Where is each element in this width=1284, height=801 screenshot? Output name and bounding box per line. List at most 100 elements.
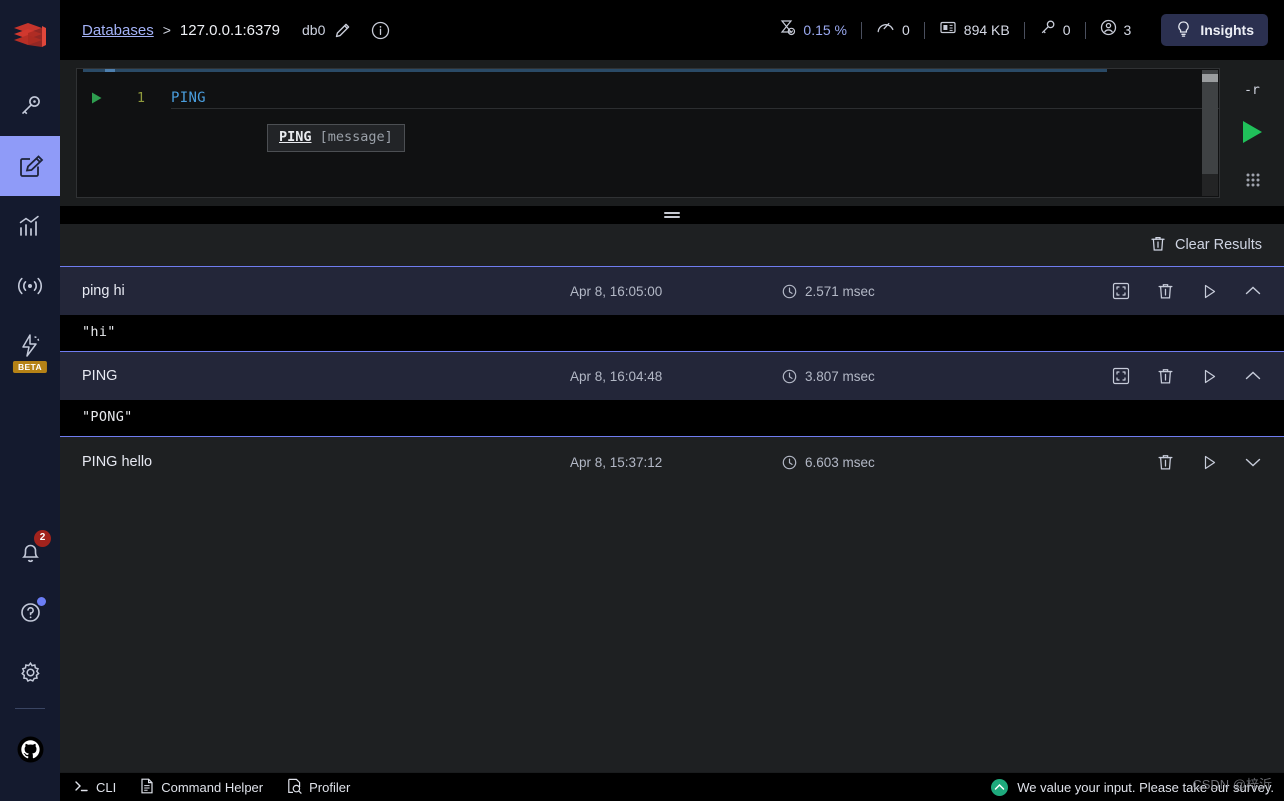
- user-icon: [1100, 19, 1117, 41]
- result-actions: [1112, 367, 1262, 385]
- result-group: ping hi Apr 8, 16:05:00 2.571 msec "hi": [60, 266, 1284, 351]
- panel-resize-handle[interactable]: [60, 206, 1284, 224]
- editor-line-number: 1: [136, 90, 145, 106]
- bulb-icon: [1175, 20, 1192, 41]
- clock-icon: [782, 455, 797, 470]
- metric-memory[interactable]: 894 KB: [925, 19, 1024, 41]
- profiler-button[interactable]: Profiler: [287, 778, 350, 797]
- play-icon[interactable]: [1200, 282, 1218, 300]
- sidebar-item-settings[interactable]: [0, 642, 60, 702]
- result-duration: 6.603 msec: [782, 455, 1012, 470]
- clear-results-button[interactable]: Clear Results: [1150, 235, 1262, 256]
- magnifier-doc-icon: [287, 778, 302, 797]
- run-line-button[interactable]: [77, 91, 115, 105]
- editor-minimap-top: [83, 69, 1107, 72]
- speedometer-icon: [876, 19, 895, 41]
- metric-keys-value: 0: [1062, 22, 1071, 38]
- insights-label: Insights: [1200, 22, 1254, 38]
- result-output: "hi": [60, 315, 1284, 351]
- result-command: ping hi: [82, 283, 125, 299]
- result-duration: 2.571 msec: [782, 284, 1012, 299]
- command-helper-button[interactable]: Command Helper: [140, 778, 263, 797]
- lightning-gear-icon: [17, 333, 43, 359]
- key-icon: [1039, 19, 1056, 41]
- sidebar-item-notifications[interactable]: 2: [0, 522, 60, 582]
- command-autocomplete-tooltip: PING [message]: [267, 124, 405, 152]
- result-actions: [1112, 282, 1262, 300]
- result-timestamp: Apr 8, 15:37:12: [570, 454, 663, 470]
- editor-minimap-segment: [105, 69, 115, 72]
- main-content: Databases > 127.0.0.1:6379 db0 0.15 % 0 …: [60, 0, 1284, 801]
- play-icon[interactable]: [1200, 367, 1218, 385]
- metric-clients-value: 3: [1123, 22, 1132, 38]
- trash-icon[interactable]: [1156, 282, 1174, 300]
- metric-connected-clients[interactable]: 3: [1086, 19, 1146, 41]
- sidebar-item-triggers-and-functions[interactable]: BETA: [0, 316, 60, 376]
- result-duration-value: 6.603 msec: [805, 454, 875, 470]
- survey-banner[interactable]: We value your input. Please take our sur…: [991, 778, 1284, 796]
- metric-cpu[interactable]: 0.15 %: [765, 19, 861, 41]
- result-actions: [1112, 453, 1262, 471]
- result-group: PING hello Apr 8, 15:37:12 6.603 msec: [60, 437, 1284, 486]
- drag-grip-icon[interactable]: [1244, 171, 1260, 187]
- survey-text: We value your input. Please take our sur…: [1017, 779, 1274, 795]
- info-circle-icon[interactable]: [371, 21, 390, 40]
- cpu-icon: [779, 19, 796, 41]
- key-icon: [17, 93, 43, 119]
- run-command-button[interactable]: [1240, 119, 1264, 150]
- breadcrumb-host: 127.0.0.1:6379: [179, 21, 280, 39]
- fullscreen-icon[interactable]: [1112, 367, 1130, 385]
- sidebar-item-analysis-tools[interactable]: [0, 196, 60, 256]
- result-row-header[interactable]: ping hi Apr 8, 16:05:00 2.571 msec: [60, 267, 1284, 315]
- metric-commands-per-second[interactable]: 0: [862, 19, 924, 41]
- sidebar-item-browser[interactable]: [0, 76, 60, 136]
- chevron-up-icon[interactable]: [1244, 367, 1262, 385]
- breadcrumb-databases-link[interactable]: Databases: [82, 22, 154, 39]
- editor-scrollbar[interactable]: [1202, 70, 1218, 196]
- editor-scrollbar-thumb[interactable]: [1202, 74, 1218, 82]
- editor-action-rail: -r: [1220, 68, 1284, 198]
- play-triangle-icon: [91, 92, 101, 104]
- result-output: "PONG": [60, 400, 1284, 436]
- breadcrumb-separator: >: [162, 22, 171, 38]
- result-command: PING hello: [82, 454, 153, 470]
- raw-mode-toggle[interactable]: -r: [1244, 83, 1260, 98]
- pencil-icon[interactable]: [334, 22, 351, 39]
- metric-keys[interactable]: 0: [1025, 19, 1085, 41]
- editor-line-1: 1 PING: [77, 87, 1219, 109]
- sidebar-item-github[interactable]: [0, 719, 60, 779]
- survey-badge-icon: [991, 778, 1009, 796]
- tooltip-command-args: [message]: [319, 129, 393, 145]
- result-duration-value: 2.571 msec: [805, 283, 875, 299]
- fullscreen-icon[interactable]: [1112, 282, 1130, 300]
- sidebar-item-help[interactable]: [0, 582, 60, 642]
- result-timestamp: Apr 8, 16:05:00: [570, 283, 663, 299]
- cli-button[interactable]: CLI: [74, 779, 116, 796]
- result-row-header[interactable]: PING Apr 8, 16:04:48 3.807 msec: [60, 352, 1284, 400]
- editor-code-text[interactable]: PING: [171, 88, 1219, 109]
- insights-button[interactable]: Insights: [1161, 14, 1268, 46]
- trash-icon[interactable]: [1156, 453, 1174, 471]
- sidebar-item-pub-sub[interactable]: [0, 256, 60, 316]
- edit-note-icon: [17, 153, 44, 180]
- document-icon: [140, 778, 154, 797]
- action-placeholder: [1112, 453, 1130, 471]
- result-row-header[interactable]: PING hello Apr 8, 15:37:12 6.603 msec: [60, 438, 1284, 486]
- notification-count-badge: 2: [34, 530, 51, 547]
- clock-icon: [782, 369, 797, 384]
- terminal-prompt-icon: [74, 779, 89, 796]
- github-icon: [17, 736, 44, 763]
- bar-chart-icon: [17, 213, 43, 239]
- metric-commands-value: 0: [902, 22, 910, 38]
- horizontal-resize-handle: [664, 210, 680, 220]
- result-command: PING: [82, 368, 118, 384]
- sidebar-item-workbench[interactable]: [0, 136, 60, 196]
- metric-cpu-value: 0.15 %: [803, 22, 847, 38]
- memory-icon: [939, 19, 957, 41]
- chevron-down-icon[interactable]: [1244, 453, 1262, 471]
- trash-icon[interactable]: [1156, 367, 1174, 385]
- bottom-bar: CLI Command Helper Profiler We value you…: [60, 772, 1284, 801]
- play-icon[interactable]: [1200, 453, 1218, 471]
- chevron-up-icon[interactable]: [1244, 282, 1262, 300]
- code-editor[interactable]: 1 PING: [76, 68, 1220, 198]
